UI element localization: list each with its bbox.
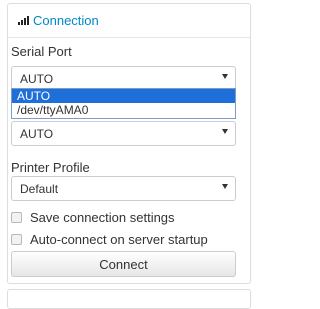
connection-panel-header[interactable]: Connection xyxy=(8,4,250,38)
auto-connect-checkbox[interactable] xyxy=(11,234,22,245)
panel-title: Connection xyxy=(33,13,99,28)
connect-button[interactable]: Connect xyxy=(11,251,236,277)
caret-down-icon xyxy=(222,184,228,189)
auto-connect-label: Auto-connect on server startup xyxy=(30,232,208,247)
connect-button-label: Connect xyxy=(99,256,148,272)
serial-port-dropdown[interactable]: AUTO /dev/ttyAMA0 xyxy=(11,88,236,119)
caret-down-icon xyxy=(222,74,228,79)
dropdown-option-auto[interactable]: AUTO xyxy=(12,89,235,103)
dropdown-option-ttyama0[interactable]: /dev/ttyAMA0 xyxy=(12,103,235,117)
printer-profile-value: Default xyxy=(20,181,59,196)
serial-port-label: Serial Port xyxy=(11,44,72,59)
next-panel xyxy=(7,289,251,309)
signal-bars-icon xyxy=(18,16,30,25)
save-settings-option[interactable]: Save connection settings xyxy=(11,210,175,225)
auto-connect-option[interactable]: Auto-connect on server startup xyxy=(11,232,208,247)
baudrate-value: AUTO xyxy=(20,126,54,141)
caret-down-icon xyxy=(222,129,228,134)
printer-profile-label: Printer Profile xyxy=(11,160,90,175)
baudrate-select[interactable]: AUTO xyxy=(11,121,236,146)
save-settings-checkbox[interactable] xyxy=(11,212,22,223)
serial-port-value: AUTO xyxy=(20,71,54,86)
save-settings-label: Save connection settings xyxy=(30,210,175,225)
printer-profile-select[interactable]: Default xyxy=(11,176,236,201)
